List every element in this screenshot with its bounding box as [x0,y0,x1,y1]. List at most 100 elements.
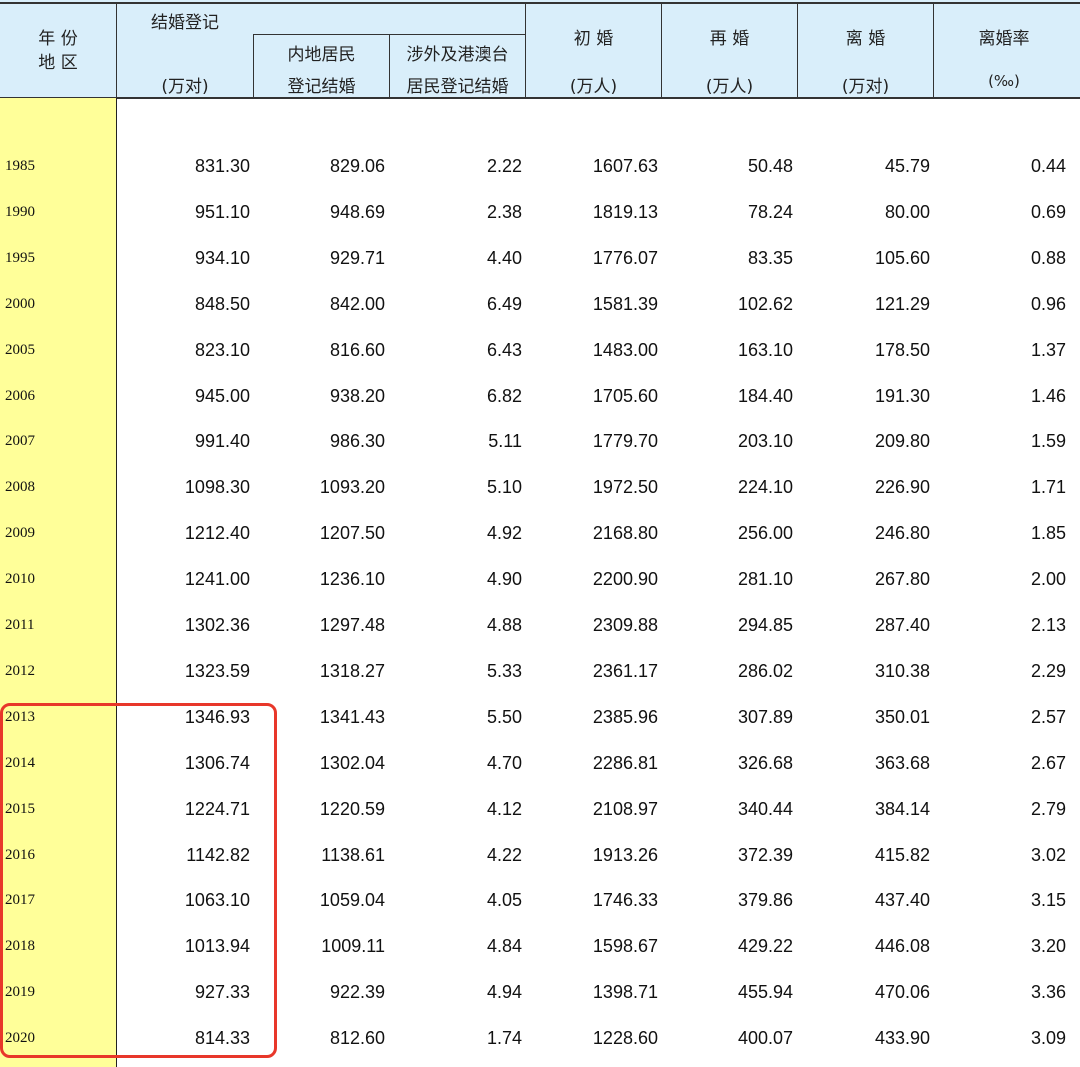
mainland-cell: 1302.04 [319,753,385,773]
first-marriage-cell: 1483.00 [592,340,658,360]
year-cell: 2007 [5,433,35,449]
foreign-cell: 4.92 [486,523,522,543]
remarriage-cell: 78.24 [747,202,793,222]
foreign-cell: 6.49 [486,294,522,314]
mainland-cell: 1009.11 [321,936,385,956]
table-row: 2009 1212.40 1207.50 4.92 2168.80 256.00 246.8… [0,510,1080,556]
divorce-cell: 446.08 [874,936,930,956]
year-cell: 1990 [5,204,35,220]
remarriage-cell: 102.62 [737,294,793,314]
foreign-cell: 1.74 [486,1028,522,1048]
year-cell: 2011 [5,617,35,633]
header-remarriage-unit: (万人) [705,77,754,97]
year-cell: 2009 [5,525,35,541]
remarriage-cell: 50.48 [747,156,793,176]
marriage-registration-cell: 1098.30 [184,477,250,497]
table-row: 1995 934.10 929.71 4.40 1776.07 83.35 105.60 0.… [0,235,1080,281]
year-cell: 2000 [5,296,35,312]
mainland-cell: 929.71 [329,248,385,268]
mainland-cell: 829.06 [329,156,385,176]
first-marriage-cell: 1228.60 [592,1028,658,1048]
foreign-cell: 6.43 [486,340,522,360]
divorce-cell: 384.14 [874,799,930,819]
table-row: 2012 1323.59 1318.27 5.33 2361.17 286.02 310.3… [0,648,1080,694]
mainland-cell: 922.39 [329,982,385,1002]
foreign-cell: 4.40 [486,248,522,268]
mainland-cell: 986.30 [329,431,385,451]
remarriage-cell: 326.68 [737,753,793,773]
remarriage-cell: 163.10 [737,340,793,360]
divorce-cell: 363.68 [874,753,930,773]
marriage-registration-cell: 951.10 [194,202,250,222]
foreign-cell: 4.12 [486,799,522,819]
divorce-rate-cell: 2.00 [1030,569,1066,589]
divorce-cell: 191.30 [874,386,930,406]
header-marriage-unit: (万对) [161,77,209,97]
divorce-rate-cell: 2.67 [1030,753,1066,773]
divorce-rate-cell: 1.85 [1030,523,1066,543]
divorce-rate-cell: 0.96 [1030,294,1066,314]
marriage-registration-cell: 934.10 [194,248,250,268]
marriage-registration-cell: 991.40 [194,431,250,451]
remarriage-cell: 256.00 [737,523,793,543]
foreign-cell: 4.22 [486,845,522,865]
year-cell: 2012 [5,663,35,679]
divorce-rate-cell: 1.59 [1030,431,1066,451]
marriage-registration-cell: 1241.00 [184,569,250,589]
header-year: 年 份 [38,29,78,49]
remarriage-cell: 224.10 [737,477,793,497]
foreign-cell: 5.50 [486,707,522,727]
mainland-cell: 1220.59 [319,799,385,819]
header-divorce-rate: 离婚率 [978,29,1030,49]
first-marriage-cell: 1779.70 [592,431,658,451]
divorce-cell: 310.38 [874,661,930,681]
first-marriage-cell: 2385.96 [592,707,658,727]
remarriage-cell: 83.35 [747,248,793,268]
first-marriage-cell: 1598.67 [592,936,658,956]
divorce-rate-cell: 0.44 [1030,156,1066,176]
first-marriage-cell: 1398.71 [592,982,658,1002]
mainland-cell: 1059.04 [319,890,385,910]
table-row: 2008 1098.30 1093.20 5.10 1972.50 224.10 226.9… [0,464,1080,510]
mainland-cell: 816.60 [329,340,385,360]
first-marriage-cell: 2361.17 [592,661,658,681]
foreign-cell: 4.84 [486,936,522,956]
year-cell: 1985 [5,158,35,174]
divorce-cell: 209.80 [874,431,930,451]
foreign-cell: 2.38 [486,202,522,222]
remarriage-cell: 429.22 [737,936,793,956]
header-first-unit: (万人) [569,77,618,97]
marriage-registration-cell: 823.10 [194,340,250,360]
header-rate-unit: (‰) [988,72,1020,90]
year-cell: 2005 [5,342,35,358]
highlight-box [0,703,277,1058]
first-marriage-cell: 1705.60 [592,386,658,406]
divorce-cell: 121.29 [874,294,930,314]
remarriage-cell: 307.89 [737,707,793,727]
table-header: 年 份 地 区 结婚登记 (万对) 内地居民 登记结婚 涉外及港澳台 居民登记结… [0,0,1080,99]
remarriage-cell: 203.10 [737,431,793,451]
marriage-registration-cell: 1212.40 [184,523,250,543]
divorce-cell: 105.60 [874,248,930,268]
foreign-cell: 6.82 [486,386,522,406]
divorce-cell: 433.90 [874,1028,930,1048]
remarriage-cell: 372.39 [737,845,793,865]
table-row: 2011 1302.36 1297.48 4.88 2309.88 294.85 287.4… [0,602,1080,648]
divorce-cell: 226.90 [874,477,930,497]
first-marriage-cell: 2286.81 [592,753,658,773]
first-marriage-cell: 1972.50 [592,477,658,497]
remarriage-cell: 455.94 [737,982,793,1002]
table-row: 2000 848.50 842.00 6.49 1581.39 102.62 121.29 0… [0,281,1080,327]
divorce-rate-cell: 2.29 [1030,661,1066,681]
year-cell: 2010 [5,571,35,587]
divorce-cell: 178.50 [874,340,930,360]
foreign-cell: 4.70 [486,753,522,773]
mainland-cell: 1341.43 [319,707,385,727]
table-row: 1990 951.10 948.69 2.38 1819.13 78.24 80.00 0.6… [0,189,1080,235]
first-marriage-cell: 1913.26 [592,845,658,865]
divorce-cell: 267.80 [874,569,930,589]
divorce-cell: 415.82 [874,845,930,865]
divorce-cell: 45.79 [884,156,930,176]
header-divorce: 离 婚 [845,29,886,49]
year-cell: 1995 [5,250,35,266]
